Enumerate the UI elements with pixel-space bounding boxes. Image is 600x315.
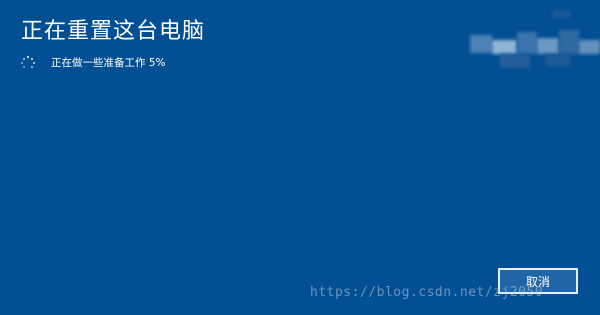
page-title: 正在重置这台电脑 [21,19,206,44]
pixelated-region [470,10,600,75]
loading-spinner-icon [21,56,35,70]
status-row: 正在做一些准备工作 5% [21,54,166,72]
status-text: 正在做一些准备工作 5% [51,57,166,69]
cancel-button[interactable]: 取消 [498,268,578,294]
reset-pc-screen: 正在重置这台电脑 正在做一些准备工作 5% 取消 https://blog.cs… [0,0,600,315]
